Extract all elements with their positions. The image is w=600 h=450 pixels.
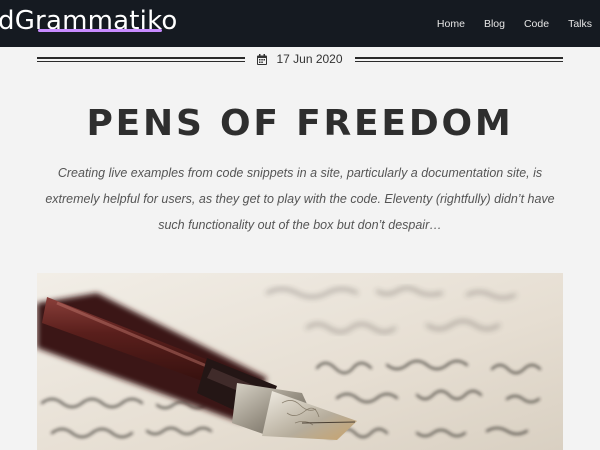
nav-home-link[interactable]: Home: [437, 18, 465, 30]
site-logo[interactable]: dGrammatiko: [0, 6, 178, 36]
nav-code-link[interactable]: Code: [524, 18, 549, 30]
post-excerpt: Creating live examples from code snippet…: [45, 166, 555, 232]
post-title: PENS OF FREEDOM: [86, 103, 514, 144]
post-date-text: 17 Jun 2020: [276, 52, 343, 66]
nav-talks-link[interactable]: Talks: [568, 18, 592, 30]
hero-image: [37, 273, 563, 450]
date-rule-right: [354, 56, 563, 62]
navbar: dGrammatiko Home Blog Code Talks: [0, 0, 600, 47]
main-nav: Home Blog Code Talks: [418, 0, 592, 47]
nav-blog-link[interactable]: Blog: [484, 18, 505, 30]
date-rule-left: [37, 56, 246, 62]
post-date-row: 17 Jun 2020: [37, 50, 563, 68]
calendar-icon: [257, 53, 268, 65]
post-date: 17 Jun 2020: [245, 52, 354, 66]
fountain-pen-image: [37, 273, 563, 450]
brand-underline: [38, 29, 162, 32]
